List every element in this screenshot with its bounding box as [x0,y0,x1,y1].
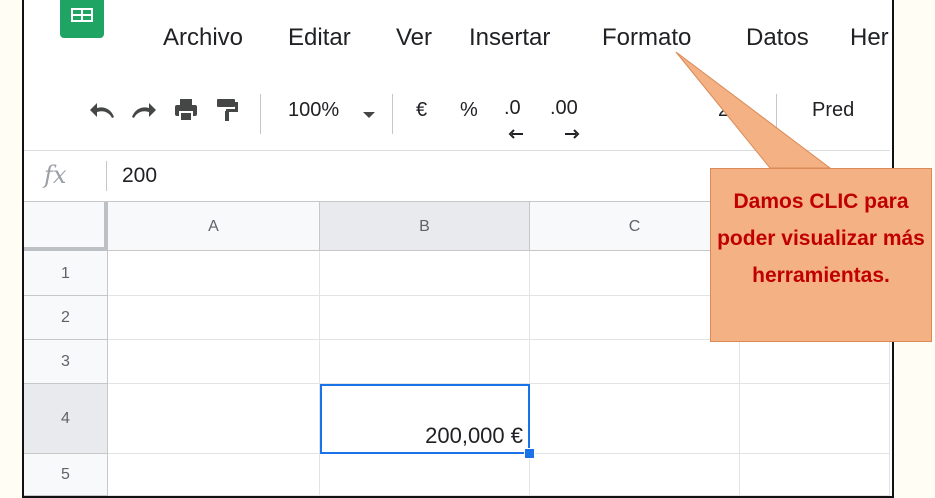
cell-a3[interactable] [108,340,320,384]
toolbar-divider [392,94,393,134]
cell-a2[interactable] [108,296,320,340]
cell-b3[interactable] [320,340,530,384]
menu-formato[interactable]: Formato [602,24,691,52]
cell-b2[interactable] [320,296,530,340]
select-all-corner[interactable] [24,202,108,251]
cell-c5[interactable] [530,454,740,496]
zoom-select[interactable]: 100% [288,99,339,122]
row-header-3[interactable]: 3 [24,340,108,384]
decrease-decimals-label: .0 [504,97,521,119]
currency-format-button[interactable]: € [416,99,427,122]
menu-herramientas[interactable]: Her [850,24,889,52]
toolbar: 100% € % .0 .00 23 Pred [24,78,890,151]
formula-divider [106,161,107,191]
more-formats-button[interactable]: 23 [718,99,740,122]
formula-input[interactable]: 200 [122,164,157,188]
toolbar-divider [260,94,261,134]
sheets-logo-icon[interactable] [60,0,104,38]
percent-format-button[interactable]: % [460,99,478,122]
decrease-decimals-button[interactable]: .0 [504,97,521,120]
cell-a4[interactable] [108,384,320,454]
cell-d4[interactable] [740,384,890,454]
column-header-b[interactable]: B [320,202,530,251]
redo-icon[interactable] [128,98,158,128]
fx-icon: fx [44,161,67,189]
arrow-right-icon [564,122,580,145]
menu-ver[interactable]: Ver [396,24,432,52]
undo-icon[interactable] [88,98,118,128]
dropdown-arrow-icon[interactable] [362,103,376,126]
row-header-2[interactable]: 2 [24,296,108,340]
column-header-a[interactable]: A [108,202,320,251]
cell-c2[interactable] [530,296,740,340]
cell-d5[interactable] [740,454,890,496]
menu-insertar[interactable]: Insertar [469,24,550,52]
menu-archivo[interactable]: Archivo [163,24,243,52]
cell-b5[interactable] [320,454,530,496]
row-header-4[interactable]: 4 [24,384,108,454]
row-header-1[interactable]: 1 [24,251,108,296]
arrow-left-icon [508,122,524,145]
cell-c1[interactable] [530,251,740,296]
menu-editar[interactable]: Editar [288,24,351,52]
font-select[interactable]: Pred [812,99,854,122]
cell-d3[interactable] [740,340,890,384]
fill-handle[interactable] [524,448,535,459]
cell-a1[interactable] [108,251,320,296]
menu-bar: Archivo Editar Ver Insertar Formato Dato… [24,0,890,78]
column-header-c[interactable]: C [530,202,740,251]
print-icon[interactable] [172,96,200,130]
toolbar-divider [776,94,777,134]
cell-b1[interactable] [320,251,530,296]
callout-text: Damos CLIC para poder visualizar más her… [717,190,925,287]
paint-format-icon[interactable] [214,96,240,130]
increase-decimals-label: .00 [550,97,578,119]
increase-decimals-button[interactable]: .00 [550,97,578,120]
dropdown-arrow-icon[interactable] [743,103,757,126]
callout-box: Damos CLIC para poder visualizar más her… [710,168,932,342]
row-header-5[interactable]: 5 [24,454,108,496]
cell-c3[interactable] [530,340,740,384]
cell-a5[interactable] [108,454,320,496]
cell-c4[interactable] [530,384,740,454]
menu-datos[interactable]: Datos [746,24,809,52]
selection-border [320,384,530,454]
